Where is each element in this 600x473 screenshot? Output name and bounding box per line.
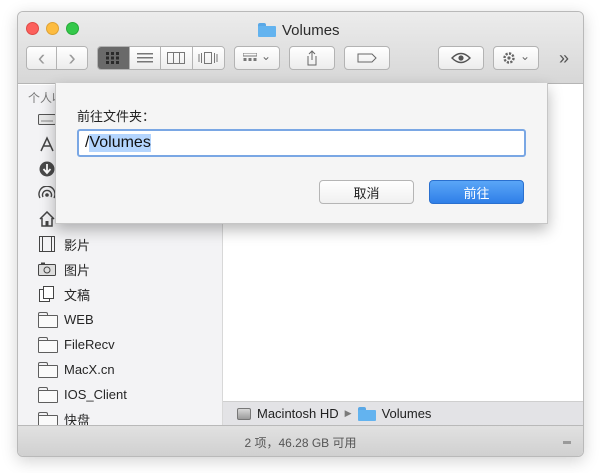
applications-icon — [38, 136, 56, 152]
sidebar-item-filerecv[interactable]: FileRecv — [38, 334, 115, 354]
zoom-window-button[interactable] — [66, 22, 79, 35]
sidebar-item-label: 影片 — [64, 237, 91, 253]
column-view-button[interactable] — [161, 47, 193, 69]
pictures-icon — [38, 261, 56, 277]
grid-icon — [106, 52, 120, 64]
sidebar-item-label: 图片 — [64, 262, 91, 278]
status-bar: 2 项，46.28 GB 可用 — [18, 425, 583, 456]
view-mode-control — [97, 46, 225, 70]
minimize-window-button[interactable] — [46, 22, 59, 35]
movies-icon — [38, 236, 56, 252]
sidebar-item-label: FileRecv — [64, 336, 115, 352]
arrange-icon — [242, 53, 257, 61]
finder-window: Volumes ‹ › ⌄ ⌄ » 个人收藏 影片 图片 文稿 WEB File… — [17, 11, 584, 457]
forward-button[interactable]: › — [57, 47, 87, 69]
home-icon — [38, 211, 56, 227]
close-window-button[interactable] — [26, 22, 39, 35]
folder-icon — [38, 336, 58, 353]
sidebar-item-macx[interactable]: MacX.cn — [38, 359, 115, 379]
share-icon — [307, 50, 317, 66]
toolbar-overflow-icon[interactable]: » — [559, 48, 569, 69]
edit-tags-button[interactable] — [344, 46, 390, 70]
chevron-right-icon: › — [68, 46, 76, 70]
folder-icon — [357, 406, 376, 421]
sidebar-item-documents[interactable]: 文稿 — [38, 284, 90, 304]
columns-icon — [167, 52, 186, 64]
coverflow-icon — [198, 52, 218, 64]
folder-path-input[interactable]: / Volumes — [77, 129, 526, 157]
share-button[interactable] — [289, 46, 335, 70]
coverflow-view-button[interactable] — [192, 47, 224, 69]
quick-look-button[interactable] — [438, 46, 484, 70]
back-button[interactable]: ‹ — [27, 46, 58, 70]
downloads-icon — [38, 161, 56, 177]
sidebar-item-movies[interactable]: 影片 — [38, 234, 90, 254]
resize-grip-icon[interactable] — [563, 441, 571, 444]
sidebar-item-label: WEB — [64, 311, 94, 327]
sidebar-item-pictures[interactable]: 图片 — [38, 259, 90, 279]
window-title-text: Volumes — [282, 21, 340, 39]
cancel-button[interactable]: 取消 — [319, 180, 414, 204]
airdrop-icon — [38, 186, 56, 202]
folder-icon — [38, 361, 58, 378]
sidebar-item-ios-client[interactable]: IOS_Client — [38, 384, 127, 404]
status-text: 2 项，46.28 GB 可用 — [244, 435, 357, 450]
sidebar-item-web[interactable]: WEB — [38, 309, 94, 329]
path-separator-icon: ▶ — [344, 408, 352, 418]
sidebar-item-label: MacX.cn — [64, 361, 115, 377]
sidebar-item-label: IOS_Client — [64, 386, 127, 402]
icon-view-button[interactable] — [98, 47, 130, 69]
gear-icon — [503, 52, 515, 64]
path-crumb-macintosh-hd[interactable]: Macintosh HD — [257, 406, 339, 421]
arrange-button[interactable]: ⌄ — [234, 46, 280, 70]
eye-icon — [451, 52, 471, 64]
path-bar: Macintosh HD ▶ Volumes — [223, 401, 583, 425]
chevron-left-icon: ‹ — [37, 46, 46, 70]
toolbar: Volumes ‹ › ⌄ ⌄ » — [18, 12, 583, 84]
hard-drive-icon — [237, 407, 251, 420]
tag-icon — [357, 53, 377, 63]
navigation-buttons: ‹ › — [26, 46, 88, 70]
folder-icon — [258, 23, 276, 37]
sidebar-item-label: 文稿 — [64, 287, 91, 303]
list-view-button[interactable] — [129, 47, 161, 69]
folder-path-selected-text: Volumes — [89, 134, 151, 152]
chevron-down-icon: ⌄ — [519, 48, 531, 63]
drive-icon — [38, 111, 56, 127]
go-to-folder-sheet: 前往文件夹： / Volumes 取消 前往 — [55, 83, 548, 224]
folder-icon — [38, 311, 58, 328]
folder-icon — [38, 386, 58, 403]
documents-icon — [38, 286, 56, 302]
go-to-folder-label: 前往文件夹： — [77, 109, 156, 124]
list-icon — [136, 53, 153, 63]
chevron-down-icon: ⌄ — [260, 48, 272, 63]
path-crumb-volumes[interactable]: Volumes — [382, 406, 432, 421]
window-title: Volumes — [258, 21, 340, 39]
go-button[interactable]: 前往 — [429, 180, 524, 204]
action-button[interactable]: ⌄ — [493, 46, 539, 70]
